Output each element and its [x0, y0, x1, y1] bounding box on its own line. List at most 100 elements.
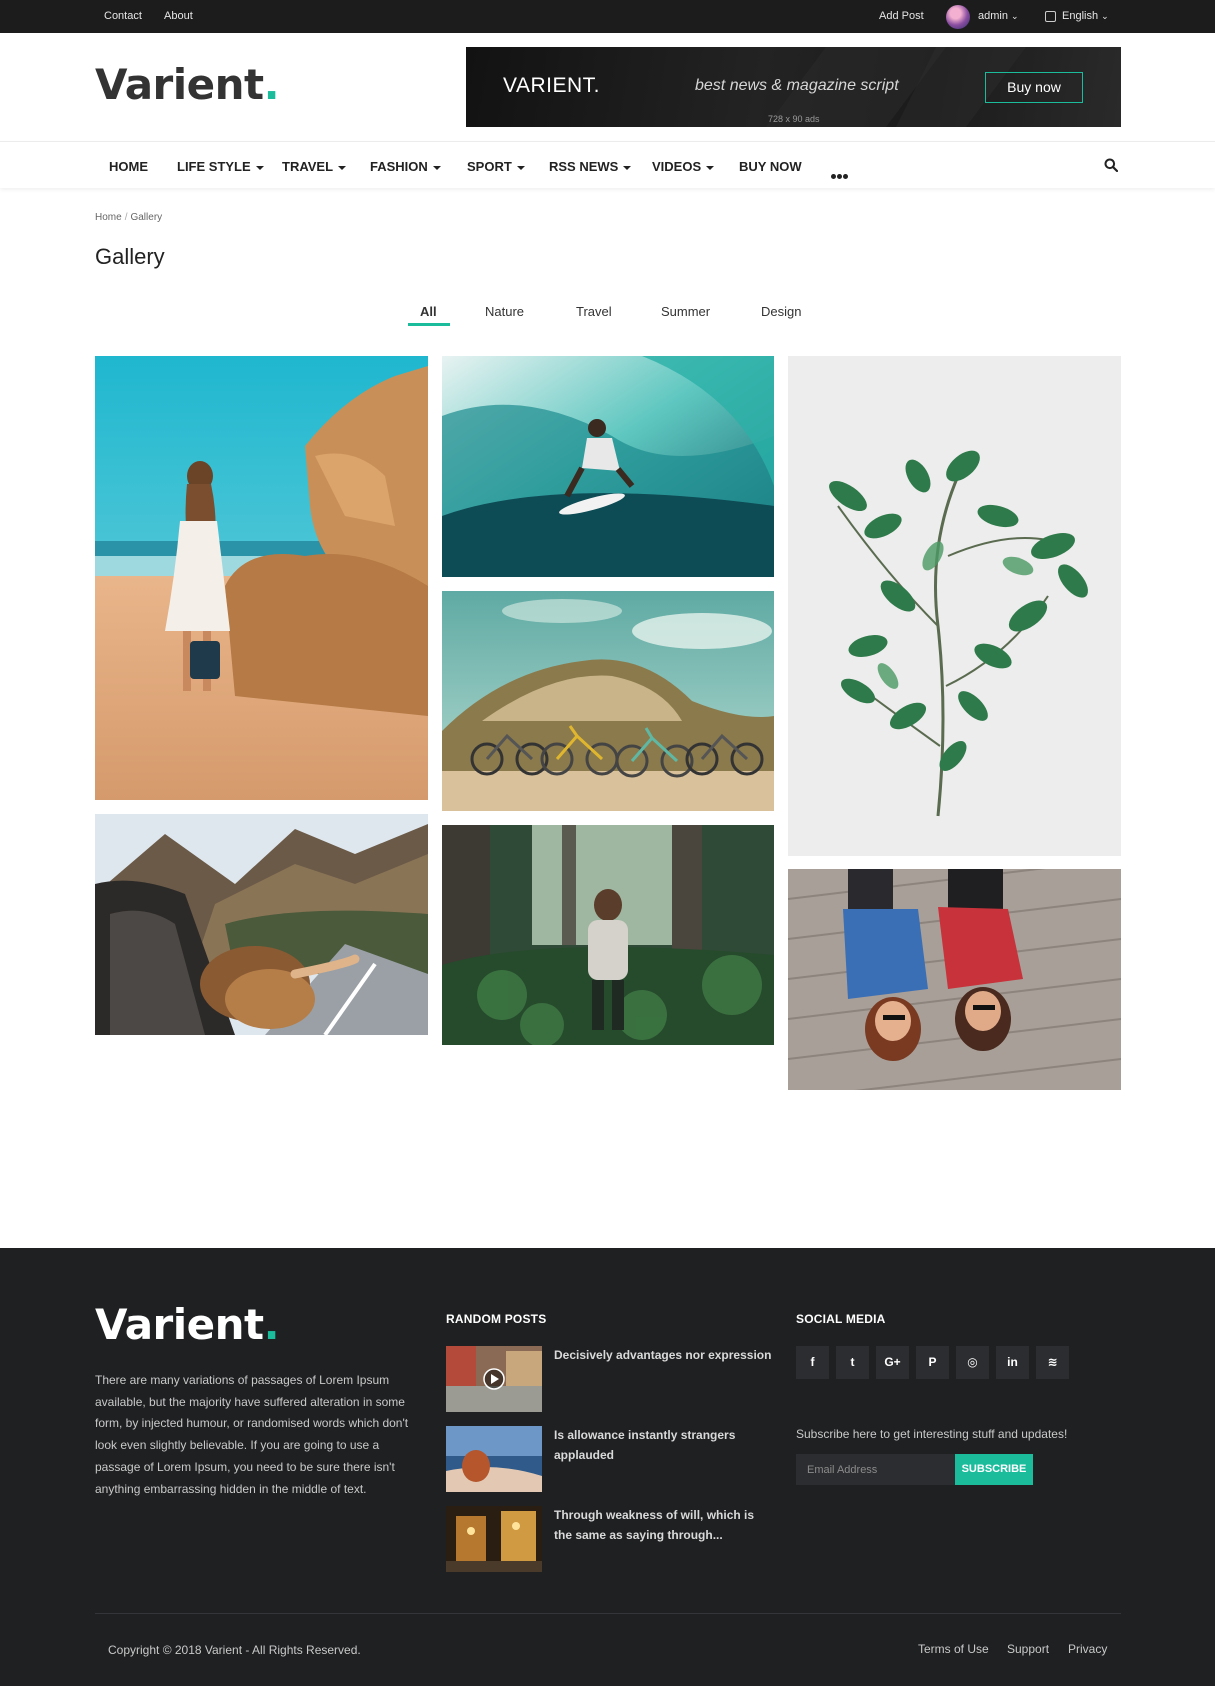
privacy-link[interactable]: Privacy: [1068, 1642, 1107, 1656]
more-dots-icon[interactable]: [831, 166, 849, 184]
nav-buy-now[interactable]: BUY NOW: [739, 159, 802, 174]
twitter-icon[interactable]: t: [836, 1346, 869, 1379]
filter-tab-design[interactable]: Design: [761, 304, 801, 319]
footer-logo-dot: .: [263, 1300, 280, 1349]
google-plus-icon[interactable]: G+: [876, 1346, 909, 1379]
active-tab-indicator: [408, 323, 450, 326]
logo-dot: .: [263, 60, 280, 109]
language-selector[interactable]: English ⌄: [1062, 10, 1109, 22]
breadcrumb-separator: /: [124, 212, 128, 223]
nav-label: HOME: [109, 159, 148, 174]
subscribe-text: Subscribe here to get interesting stuff …: [796, 1427, 1068, 1441]
nav-label: LIFE STYLE: [177, 159, 251, 174]
road-trip-photo-icon: [95, 814, 428, 1035]
random-post-title-2[interactable]: Is allowance instantly strangers applaud…: [554, 1425, 754, 1465]
footer-logo-text: Varient: [95, 1300, 264, 1349]
social-media-heading: SOCIAL MEDIA: [796, 1312, 886, 1326]
random-post-title-1[interactable]: Decisively advantages nor expression: [554, 1345, 774, 1365]
main-nav: HOME LIFE STYLE TRAVEL FASHION SPORT RSS…: [0, 141, 1215, 188]
language-label: English: [1062, 10, 1099, 22]
filter-tab-nature[interactable]: Nature: [485, 304, 524, 319]
breadcrumb: Home / Gallery: [95, 212, 162, 223]
filter-tab-summer[interactable]: Summer: [661, 304, 710, 319]
nav-rss-news[interactable]: RSS NEWS: [549, 159, 632, 174]
caret-down-icon: [706, 165, 715, 170]
nav-label: TRAVEL: [282, 159, 334, 174]
footer-divider: [95, 1613, 1121, 1614]
gallery-image-car-window-hair[interactable]: [95, 814, 428, 1035]
search-icon[interactable]: [1104, 158, 1118, 172]
gallery-image-plant-leaves[interactable]: [788, 356, 1121, 856]
nav-sport[interactable]: SPORT: [467, 159, 525, 174]
nav-label: SPORT: [467, 159, 512, 174]
logo-text: Varient: [95, 60, 264, 109]
terms-link[interactable]: Terms of Use: [918, 1642, 989, 1656]
random-posts-heading: RANDOM POSTS: [446, 1312, 547, 1326]
ad-banner[interactable]: VARIENT. best news & magazine script 728…: [466, 47, 1121, 127]
filter-tab-all[interactable]: All: [420, 304, 437, 319]
nav-life-style[interactable]: LIFE STYLE: [177, 159, 264, 174]
caret-down-icon: [432, 165, 441, 170]
pinterest-icon[interactable]: P: [916, 1346, 949, 1379]
bicycles-photo-icon: [442, 591, 774, 811]
rss-icon[interactable]: ≋: [1036, 1346, 1069, 1379]
random-post-title-3[interactable]: Through weakness of will, which is the s…: [554, 1505, 774, 1545]
street-photo-icon: [446, 1346, 542, 1412]
user-name: admin: [978, 10, 1008, 22]
footer-about-text: There are many variations of passages of…: [95, 1373, 409, 1496]
contact-link[interactable]: Contact: [104, 10, 142, 22]
banner-tagline: best news & magazine script: [695, 77, 899, 94]
chevron-down-icon: ⌄: [1010, 11, 1019, 21]
gallery-image-surfer-wave[interactable]: [442, 356, 774, 577]
caret-down-icon: [338, 165, 347, 170]
facebook-icon[interactable]: f: [796, 1346, 829, 1379]
site-logo[interactable]: Varient.: [95, 60, 280, 109]
forest-photo-icon: [442, 825, 774, 1045]
page-title: Gallery: [95, 244, 165, 269]
top-bar: Contact About Add Post admin ⌄ English ⌄: [0, 0, 1215, 33]
caret-down-icon: [516, 165, 525, 170]
filter-tab-travel[interactable]: Travel: [576, 304, 612, 319]
random-post-thumb-3[interactable]: [446, 1506, 542, 1572]
caret-down-icon: [623, 165, 632, 170]
banner-brand: VARIENT.: [503, 74, 600, 97]
language-icon: [1045, 11, 1056, 22]
beach-photo-icon: [95, 356, 428, 800]
caret-down-icon: [255, 165, 264, 170]
nav-home[interactable]: HOME: [109, 159, 148, 174]
chevron-down-icon: ⌄: [1101, 11, 1109, 21]
plant-photo-icon: [788, 356, 1121, 856]
add-post-link[interactable]: Add Post: [879, 10, 924, 22]
subscribe-button[interactable]: SUBSCRIBE: [955, 1454, 1033, 1485]
nav-label: VIDEOS: [652, 159, 702, 174]
night-street-photo-icon: [446, 1506, 542, 1572]
copyright-text: Copyright © 2018 Varient - All Rights Re…: [108, 1643, 361, 1657]
nav-label: FASHION: [370, 159, 428, 174]
nav-videos[interactable]: VIDEOS: [652, 159, 715, 174]
support-link[interactable]: Support: [1007, 1642, 1049, 1656]
nav-travel[interactable]: TRAVEL: [282, 159, 347, 174]
about-link[interactable]: About: [164, 10, 193, 22]
banner-size-note: 728 x 90 ads: [768, 114, 820, 124]
surf-photo-icon: [442, 356, 774, 577]
breadcrumb-home[interactable]: Home: [95, 212, 122, 223]
avatar[interactable]: [946, 5, 970, 29]
footer-logo[interactable]: Varient.: [95, 1300, 280, 1349]
instagram-icon[interactable]: ◎: [956, 1346, 989, 1379]
linkedin-icon[interactable]: in: [996, 1346, 1029, 1379]
random-post-thumb-1[interactable]: [446, 1346, 542, 1412]
gallery-image-forest-backpacker[interactable]: [442, 825, 774, 1045]
email-input[interactable]: [796, 1454, 955, 1485]
nav-label: RSS NEWS: [549, 159, 619, 174]
gallery-image-beach-woman[interactable]: [95, 356, 428, 800]
breadcrumb-current: Gallery: [130, 212, 163, 223]
gallery-image-couple-lying-deck[interactable]: [788, 869, 1121, 1090]
sea-photo-icon: [446, 1426, 542, 1492]
nav-fashion[interactable]: FASHION: [370, 159, 441, 174]
couple-photo-icon: [788, 869, 1121, 1090]
user-menu[interactable]: admin ⌄: [978, 10, 1019, 22]
nav-label: BUY NOW: [739, 159, 802, 174]
random-post-thumb-2[interactable]: [446, 1426, 542, 1492]
gallery-image-bicycles-dune[interactable]: [442, 591, 774, 811]
banner-buy-button[interactable]: Buy now: [985, 72, 1083, 103]
